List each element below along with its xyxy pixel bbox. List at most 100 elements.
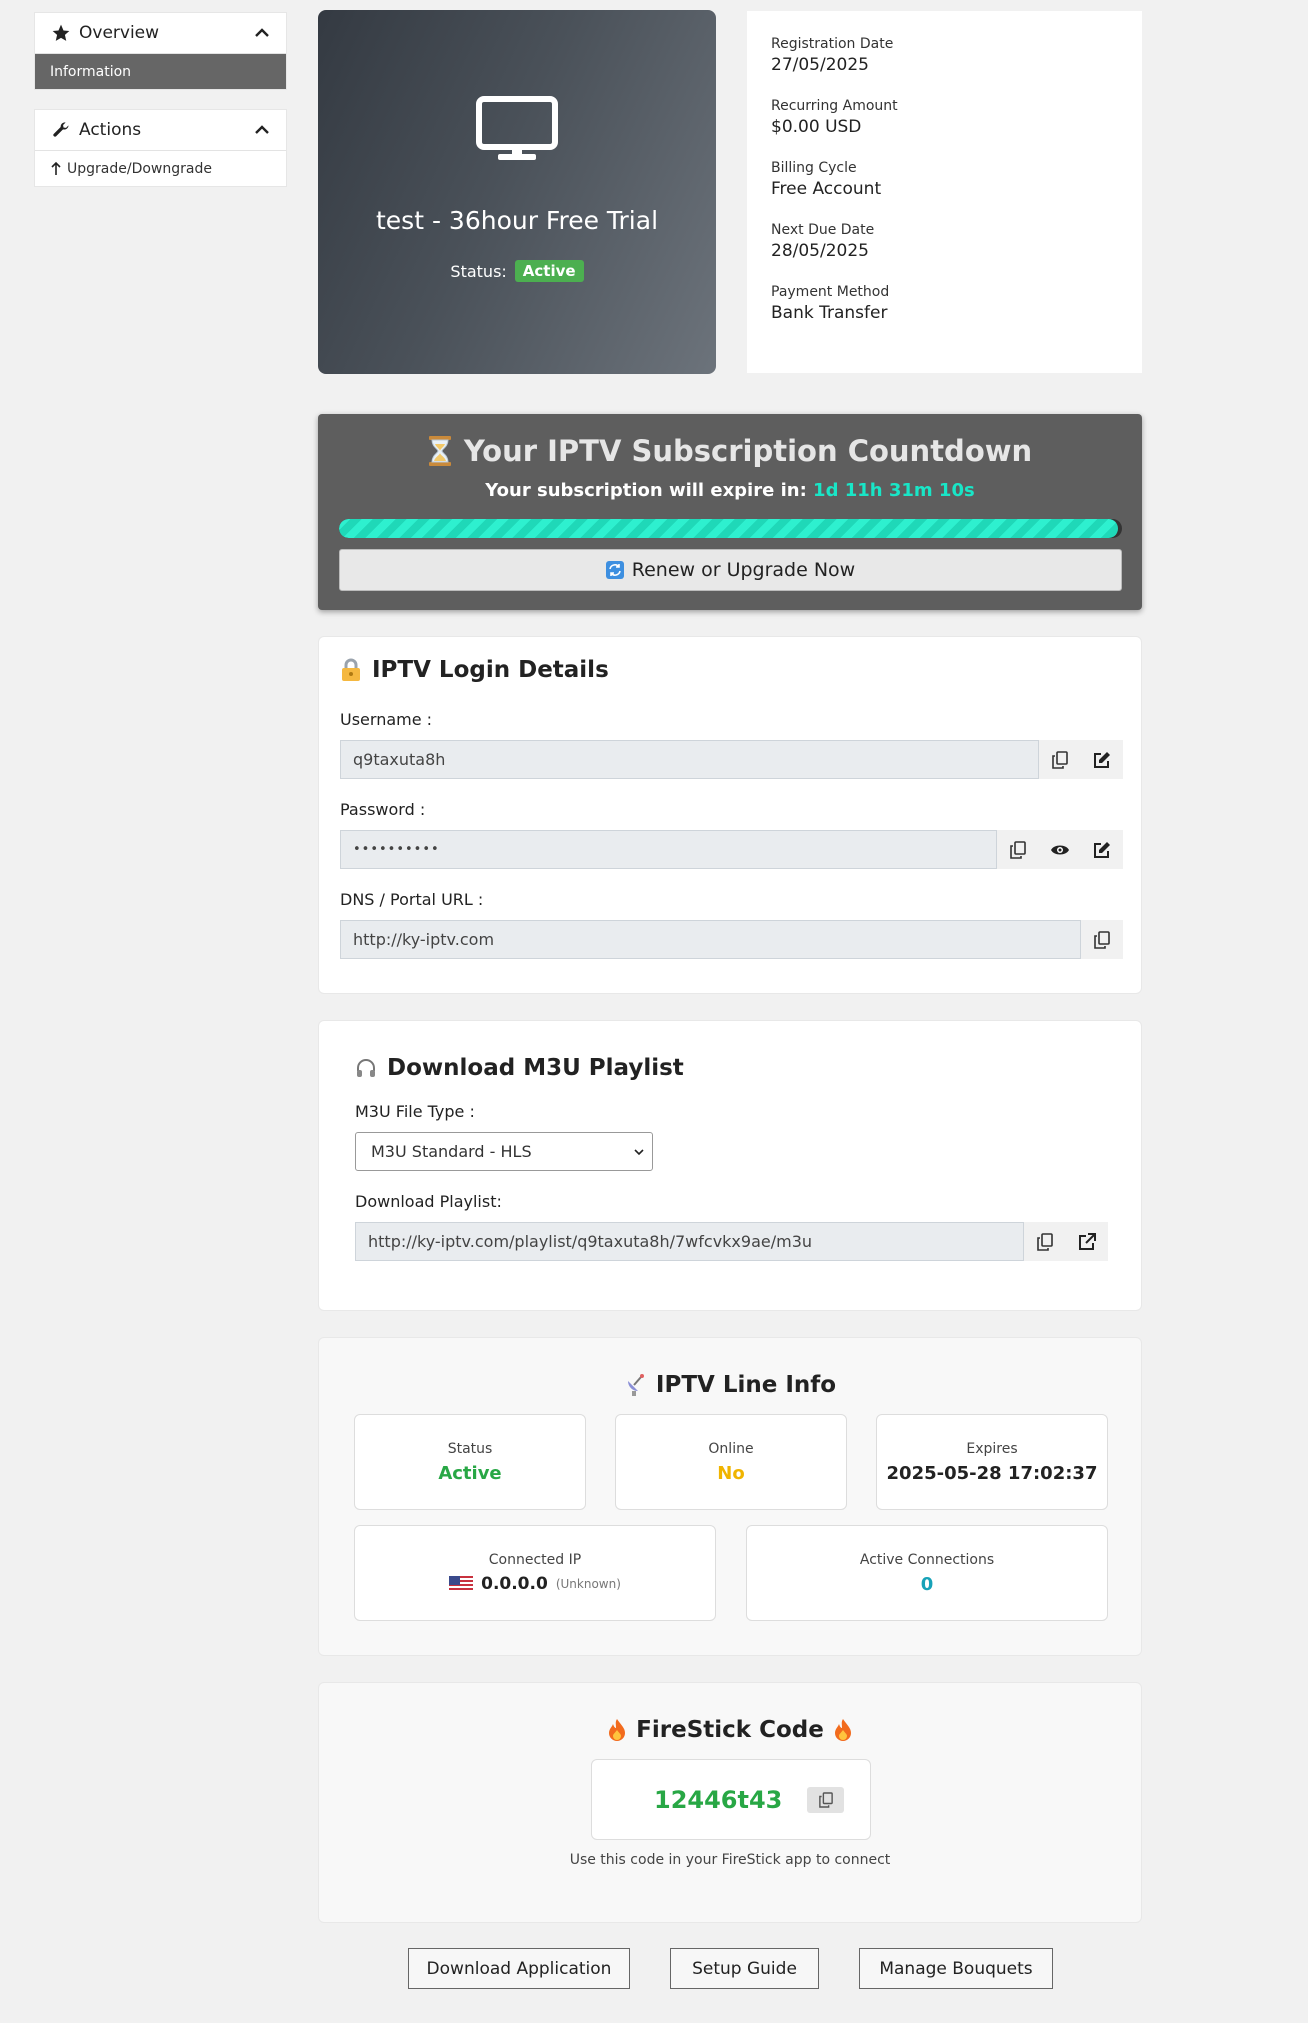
countdown-subtitle-text: Your subscription will expire in:	[485, 480, 807, 501]
billing-cycle-value: Free Account	[771, 179, 882, 199]
product-card: test - 36hour Free Trial Status: Active	[318, 10, 716, 374]
product-title: test - 36hour Free Trial	[375, 206, 659, 235]
next-due-date-value: 28/05/2025	[771, 241, 869, 261]
download-playlist-row: http://ky-iptv.com/playlist/q9taxuta8h/7…	[355, 1222, 1108, 1261]
login-details-title: IPTV Login Details	[340, 657, 609, 683]
payment-method-value: Bank Transfer	[771, 303, 888, 323]
fire-icon	[834, 1718, 852, 1742]
filetype-selected: M3U Standard - HLS	[371, 1142, 532, 1161]
line-connections-label: Active Connections	[859, 1552, 995, 1568]
password-label: Password :	[340, 800, 426, 819]
line-expires-value: 2025-05-28 17:02:37	[886, 1463, 1098, 1484]
copy-icon	[1037, 1232, 1053, 1251]
sidebar-overview-header[interactable]: Overview	[35, 13, 286, 54]
username-label: Username :	[340, 710, 433, 729]
playlist-title: Download M3U Playlist	[355, 1055, 684, 1081]
external-link-icon	[1078, 1232, 1096, 1251]
renew-button-label: Renew or Upgrade Now	[631, 559, 856, 581]
countdown-subtitle: Your subscription will expire in: 1d 11h…	[318, 480, 1142, 501]
firestick-card: FireStick Code 12446t43 Use this code in…	[318, 1682, 1142, 1923]
copy-icon	[1052, 750, 1068, 769]
lock-icon	[340, 658, 362, 682]
billing-cycle-label: Billing Cycle	[771, 160, 857, 176]
copy-firestick-button[interactable]	[807, 1786, 844, 1813]
open-playlist-button[interactable]	[1066, 1222, 1108, 1261]
line-ip-box: Connected IP 0.0.0.0 (Unknown)	[354, 1525, 716, 1621]
firestick-title-text: FireStick Code	[636, 1717, 824, 1743]
filetype-select[interactable]: M3U Standard - HLS	[355, 1132, 653, 1171]
dns-field[interactable]: http://ky-iptv.com	[340, 920, 1081, 959]
line-ip-row: 0.0.0.0 (Unknown)	[355, 1574, 715, 1594]
us-flag-icon	[449, 1576, 474, 1592]
countdown-title-text: Your IPTV Subscription Countdown	[463, 434, 1033, 468]
copy-icon	[1010, 840, 1026, 859]
countdown-title: Your IPTV Subscription Countdown	[318, 434, 1142, 468]
arrow-up-icon	[51, 161, 61, 177]
line-ip-value: 0.0.0.0	[481, 1574, 548, 1594]
subscription-countdown: Your IPTV Subscription Countdown Your su…	[318, 414, 1142, 610]
line-ip-location: (Unknown)	[555, 1577, 621, 1591]
edit-password-button[interactable]	[1081, 830, 1123, 869]
countdown-progress-fill	[339, 519, 1119, 538]
headphones-icon	[355, 1057, 377, 1079]
chevron-up-icon[interactable]	[254, 122, 270, 138]
edit-username-button[interactable]	[1081, 740, 1123, 779]
line-expires-box: Expires 2025-05-28 17:02:37	[876, 1414, 1108, 1510]
sidebar-overview-label: Overview	[79, 23, 160, 43]
playlist-title-text: Download M3U Playlist	[387, 1055, 684, 1081]
product-status-label: Status:	[450, 261, 507, 281]
setup-guide-button[interactable]: Setup Guide	[670, 1948, 819, 1989]
password-row: ••••••••••	[340, 830, 1123, 869]
product-status: Status: Active	[318, 260, 716, 282]
copy-dns-button[interactable]	[1081, 920, 1123, 959]
line-online-value: No	[717, 1463, 745, 1484]
sidebar-actions-header[interactable]: Actions	[35, 110, 286, 151]
line-status-label: Status	[447, 1441, 493, 1457]
line-expires-label: Expires	[966, 1441, 1018, 1457]
fire-icon	[608, 1718, 626, 1742]
payment-method-label: Payment Method	[771, 284, 890, 300]
countdown-time: 1d 11h 31m 10s	[813, 480, 975, 501]
sidebar-item-information[interactable]: Information	[35, 54, 286, 89]
playlist-card: Download M3U Playlist M3U File Type : M3…	[318, 1020, 1142, 1311]
username-field[interactable]: q9taxuta8h	[340, 740, 1039, 779]
monitor-icon	[476, 96, 558, 162]
edit-icon	[1093, 751, 1111, 769]
line-status-box: Status Active	[354, 1414, 586, 1510]
line-info-title-text: IPTV Line Info	[655, 1372, 837, 1398]
filetype-label: M3U File Type :	[355, 1102, 475, 1121]
renew-icon	[605, 561, 624, 579]
satellite-icon	[624, 1373, 646, 1397]
dns-label: DNS / Portal URL :	[340, 890, 484, 909]
status-badge: Active	[514, 260, 584, 282]
sidebar-item-upgrade[interactable]: Upgrade/Downgrade	[35, 151, 286, 186]
copy-playlist-button[interactable]	[1024, 1222, 1066, 1261]
password-field[interactable]: ••••••••••	[340, 830, 997, 869]
firestick-code[interactable]: 12446t43	[654, 1786, 782, 1814]
star-icon	[51, 23, 71, 43]
recurring-amount-value: $0.00 USD	[771, 117, 862, 137]
line-info-card: IPTV Line Info Status Active Online No E…	[318, 1337, 1142, 1656]
line-connections-value: 0	[920, 1574, 934, 1595]
registration-date-label: Registration Date	[771, 36, 894, 52]
line-online-box: Online No	[615, 1414, 847, 1510]
manage-bouquets-button[interactable]: Manage Bouquets	[859, 1948, 1053, 1989]
registration-date-value: 27/05/2025	[771, 55, 869, 75]
copy-icon	[818, 1791, 833, 1808]
line-online-label: Online	[708, 1441, 754, 1457]
wrench-icon	[51, 120, 71, 140]
billing-info-card: Registration Date 27/05/2025 Recurring Am…	[747, 11, 1142, 373]
show-password-button[interactable]	[1039, 830, 1081, 869]
next-due-date-label: Next Due Date	[771, 222, 875, 238]
playlist-url-field[interactable]: http://ky-iptv.com/playlist/q9taxuta8h/7…	[355, 1222, 1024, 1261]
copy-username-button[interactable]	[1039, 740, 1081, 779]
eye-icon	[1050, 843, 1070, 857]
login-details-card: IPTV Login Details Username : q9taxuta8h…	[318, 636, 1142, 994]
download-playlist-label: Download Playlist:	[355, 1192, 502, 1211]
copy-password-button[interactable]	[997, 830, 1039, 869]
sidebar-item-upgrade-label: Upgrade/Downgrade	[67, 160, 212, 177]
chevron-up-icon[interactable]	[254, 25, 270, 41]
download-application-button[interactable]: Download Application	[408, 1948, 630, 1989]
renew-button[interactable]: Renew or Upgrade Now	[339, 549, 1122, 591]
chevron-down-icon	[634, 1148, 644, 1156]
